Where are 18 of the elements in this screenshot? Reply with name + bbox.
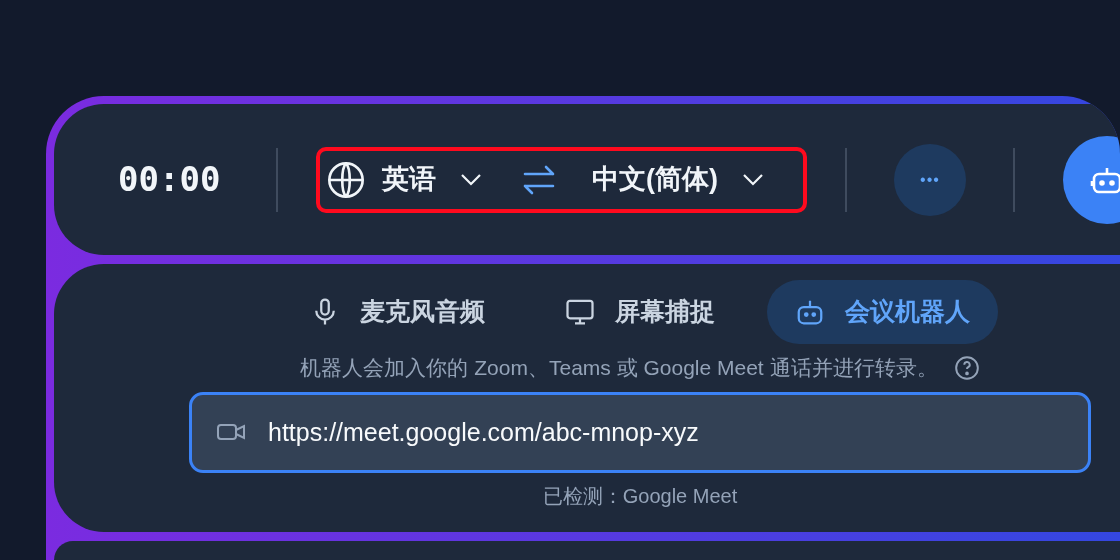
chevron-down-icon[interactable]: [460, 172, 482, 187]
detected-platform-text: 已检测：Google Meet: [542, 483, 738, 509]
source-tab[interactable]: 会议机器人: [767, 280, 998, 344]
source-tab[interactable]: 麦克风音频: [282, 280, 513, 344]
target-language[interactable]: 中文(简体): [592, 159, 718, 200]
language-selector[interactable]: 英语 中文(简体): [316, 146, 807, 213]
meeting-url-field[interactable]: https://meet.google.com/abc-mnop-xyz: [189, 391, 1091, 473]
help-icon[interactable]: [953, 354, 980, 381]
monitor-icon: [565, 297, 595, 327]
timer: 00:00: [118, 158, 222, 201]
swap-icon[interactable]: [522, 163, 556, 196]
globe-icon: [326, 159, 366, 200]
description-text: 机器人会加入你的 Zoom、Teams 或 Google Meet 通话并进行转录。: [300, 355, 938, 381]
more-button[interactable]: •••: [894, 143, 966, 216]
chevron-down-icon[interactable]: [742, 172, 764, 187]
video-camera-icon: [216, 421, 246, 442]
source-language[interactable]: 英语: [382, 159, 436, 200]
source-tab[interactable]: 屏幕捕捉: [537, 280, 743, 344]
